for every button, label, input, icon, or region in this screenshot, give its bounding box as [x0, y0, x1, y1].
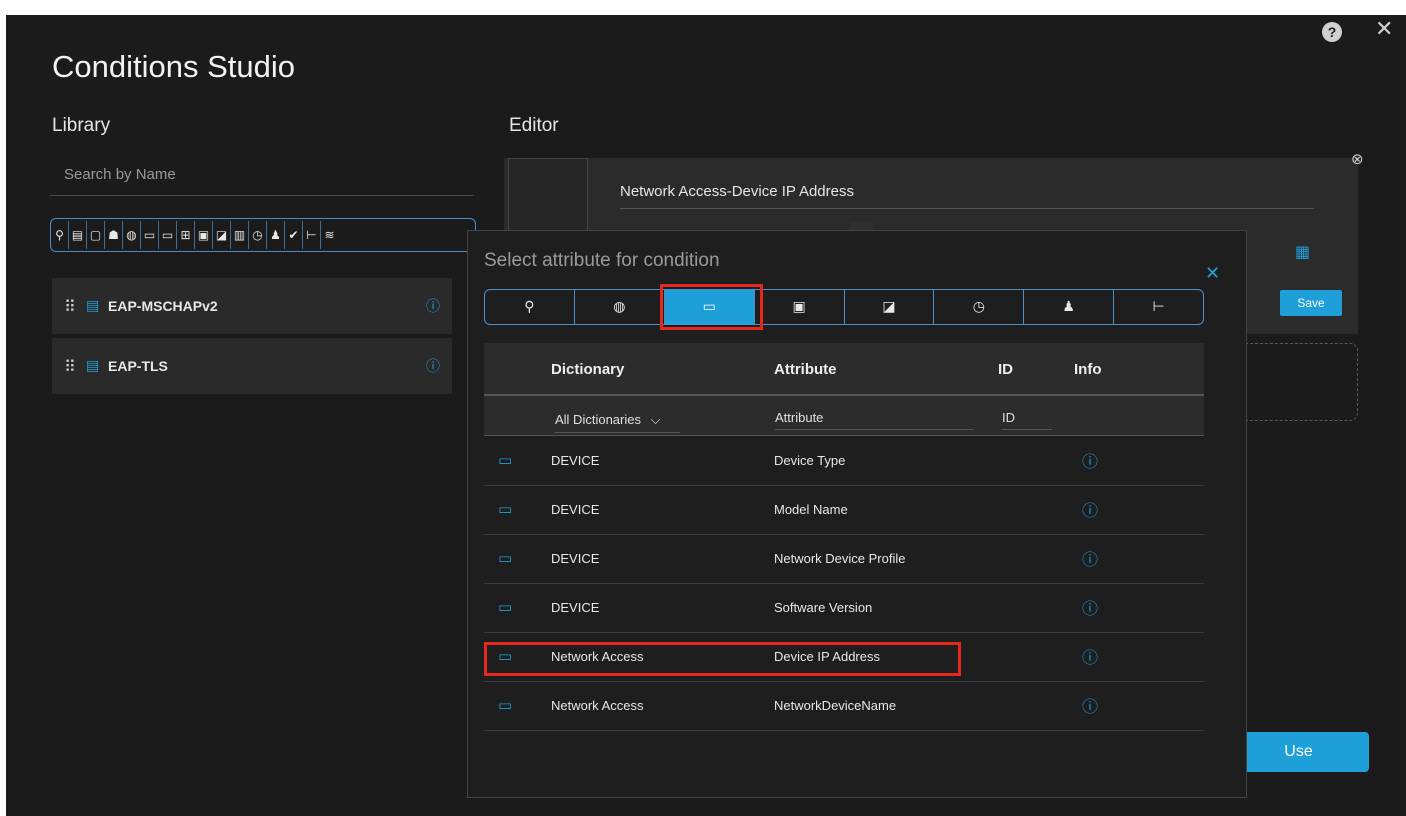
- library-filter-bar: ⚲ ▤ ▢ ☗ ◍ ▭ ▭ ⊞ ▣ ◪ ▥ ◷ ♟ ✔ ⊢ ≋: [50, 218, 476, 252]
- use-button[interactable]: Use: [1228, 732, 1369, 772]
- id-filter-input[interactable]: ID: [1002, 410, 1052, 430]
- tree-icon[interactable]: ⊢: [303, 221, 321, 249]
- edit-icon[interactable]: ◪: [213, 221, 231, 249]
- device-icon: ▭: [498, 451, 513, 469]
- column-header-dictionary[interactable]: Dictionary: [551, 361, 624, 378]
- user-icon[interactable]: ♟: [267, 221, 285, 249]
- help-icon[interactable]: ?: [1322, 22, 1342, 42]
- dialog-close-icon[interactable]: ✕: [1205, 263, 1220, 284]
- device-icon: ▭: [498, 696, 513, 714]
- column-header-id[interactable]: ID: [998, 361, 1013, 378]
- table-row[interactable]: ▭ DEVICE Model Name ⓘ: [484, 485, 1204, 535]
- globe-icon[interactable]: ◍: [123, 221, 141, 249]
- device-icon: ▭: [498, 500, 513, 518]
- attribute-filter-input[interactable]: Attribute: [775, 410, 973, 430]
- drop-zone[interactable]: [1245, 343, 1358, 421]
- device-icon: ▭: [498, 598, 513, 616]
- document-icon: ▤: [86, 358, 100, 374]
- save-button[interactable]: Save: [1280, 290, 1342, 316]
- building-icon[interactable]: ▥: [231, 221, 249, 249]
- square-icon[interactable]: ▢: [87, 221, 105, 249]
- document-icon: ▤: [86, 298, 100, 314]
- device-icon: ▭: [498, 549, 513, 567]
- library-item-label: EAP-TLS: [108, 358, 168, 374]
- info-icon[interactable]: ⓘ: [426, 356, 440, 376]
- library-item-eap-tls[interactable]: ⠿ ▤ EAP-TLS ⓘ: [52, 338, 452, 394]
- row-attribute: Model Name: [774, 502, 848, 517]
- info-icon[interactable]: ⓘ: [1082, 644, 1098, 668]
- attribute-category-tabs: ⚲ ◍ ▭ ▣ ◪ ◷ ♟ ⊢: [484, 289, 1204, 325]
- check-icon[interactable]: ✔: [285, 221, 303, 249]
- library-heading: Library: [52, 115, 111, 136]
- dictionary-filter-value: All Dictionaries: [555, 412, 641, 427]
- card-icon[interactable]: ▣: [195, 221, 213, 249]
- monitor-alt-icon[interactable]: ▭: [159, 221, 177, 249]
- info-icon[interactable]: ⓘ: [426, 296, 440, 316]
- info-icon[interactable]: ⓘ: [1082, 497, 1098, 521]
- tab-user-icon[interactable]: ♟: [1024, 290, 1115, 324]
- table-row[interactable]: ▭ DEVICE Software Version ⓘ: [484, 583, 1204, 633]
- table-row[interactable]: ▭ Network Access NetworkDeviceName ⓘ: [484, 681, 1204, 731]
- drag-handle-icon[interactable]: ⠿: [64, 357, 86, 376]
- monitor-icon[interactable]: ▭: [141, 221, 159, 249]
- library-search-input[interactable]: Search by Name: [50, 158, 474, 196]
- editor-close-icon[interactable]: ⊗: [1351, 150, 1364, 168]
- network-icon[interactable]: ⊞: [177, 221, 195, 249]
- tab-edit-icon[interactable]: ◪: [845, 290, 935, 324]
- editor-condition-block: [508, 158, 588, 238]
- dictionary-filter-select[interactable]: All Dictionaries ⌵: [555, 412, 680, 433]
- info-icon[interactable]: ⓘ: [1082, 546, 1098, 570]
- row-attribute: Software Version: [774, 600, 873, 615]
- info-icon[interactable]: ⓘ: [1082, 595, 1098, 619]
- location-icon[interactable]: ⚲: [51, 221, 69, 249]
- row-dictionary: DEVICE: [551, 551, 600, 566]
- tab-clock-icon[interactable]: ◷: [934, 290, 1025, 324]
- drag-handle-icon[interactable]: ⠿: [64, 297, 86, 316]
- editor-attribute-field[interactable]: Network Access-Device IP Address: [620, 175, 1314, 209]
- row-attribute: Device Type: [774, 453, 846, 468]
- table-row[interactable]: ▭ DEVICE Network Device Profile ⓘ: [484, 534, 1204, 584]
- header-divider: [484, 394, 1204, 396]
- wifi-icon[interactable]: ≋: [321, 221, 338, 249]
- highlight-selected-row: [484, 642, 961, 676]
- row-attribute: Network Device Profile: [774, 551, 906, 566]
- row-dictionary: Network Access: [551, 698, 644, 713]
- info-icon[interactable]: ⓘ: [1082, 693, 1098, 717]
- tag-icon[interactable]: ▤: [69, 221, 87, 249]
- library-item-label: EAP-MSCHAPv2: [108, 298, 218, 314]
- tab-globe-icon[interactable]: ◍: [575, 290, 665, 324]
- highlight-device-tab: [660, 284, 763, 330]
- clock-icon[interactable]: ◷: [249, 221, 267, 249]
- close-icon[interactable]: ✕: [1375, 16, 1393, 42]
- tab-tree-icon[interactable]: ⊢: [1114, 290, 1203, 324]
- page-title: Conditions Studio: [52, 49, 295, 84]
- row-dictionary: DEVICE: [551, 502, 600, 517]
- column-header-info: Info: [1074, 361, 1102, 378]
- tab-location-icon[interactable]: ⚲: [485, 290, 575, 324]
- library-item-eap-mschapv2[interactable]: ⠿ ▤ EAP-MSCHAPv2 ⓘ: [52, 278, 452, 334]
- row-attribute: NetworkDeviceName: [774, 698, 897, 713]
- dialog-title: Select attribute for condition: [484, 250, 720, 271]
- row-dictionary: DEVICE: [551, 453, 600, 468]
- chevron-down-icon: ⌵: [650, 413, 661, 428]
- group-icon[interactable]: ☗: [105, 221, 123, 249]
- tab-card-icon[interactable]: ▣: [755, 290, 845, 324]
- table-row[interactable]: ▭ DEVICE Device Type ⓘ: [484, 436, 1204, 486]
- grid-icon[interactable]: ▦: [1295, 242, 1310, 261]
- row-dictionary: DEVICE: [551, 600, 600, 615]
- editor-heading: Editor: [509, 115, 559, 136]
- column-header-attribute[interactable]: Attribute: [774, 361, 837, 378]
- info-icon[interactable]: ⓘ: [1082, 448, 1098, 472]
